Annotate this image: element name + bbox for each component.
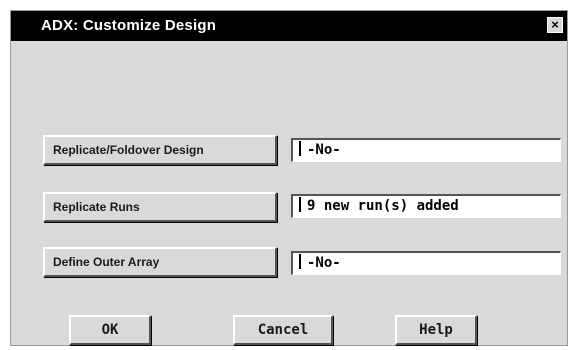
replicate-foldover-design-button[interactable]: Replicate/Foldover Design [43,135,277,165]
replicate-foldover-design-field[interactable]: -No- [291,138,561,162]
replicate-runs-button[interactable]: Replicate Runs [43,192,277,222]
help-button[interactable]: Help [395,315,477,345]
title-bar[interactable]: ADX: Customize Design × [11,11,567,41]
replicate-runs-field[interactable]: 9 new run(s) added [291,194,561,218]
customize-design-dialog: ADX: Customize Design × Replicate/Foldov… [10,10,568,346]
ok-button[interactable]: OK [69,315,151,345]
close-icon[interactable]: × [547,17,563,33]
window-title: ADX: Customize Design [41,17,217,34]
define-outer-array-field[interactable]: -No- [291,251,561,275]
define-outer-array-button[interactable]: Define Outer Array [43,247,277,277]
cancel-button[interactable]: Cancel [233,315,333,345]
